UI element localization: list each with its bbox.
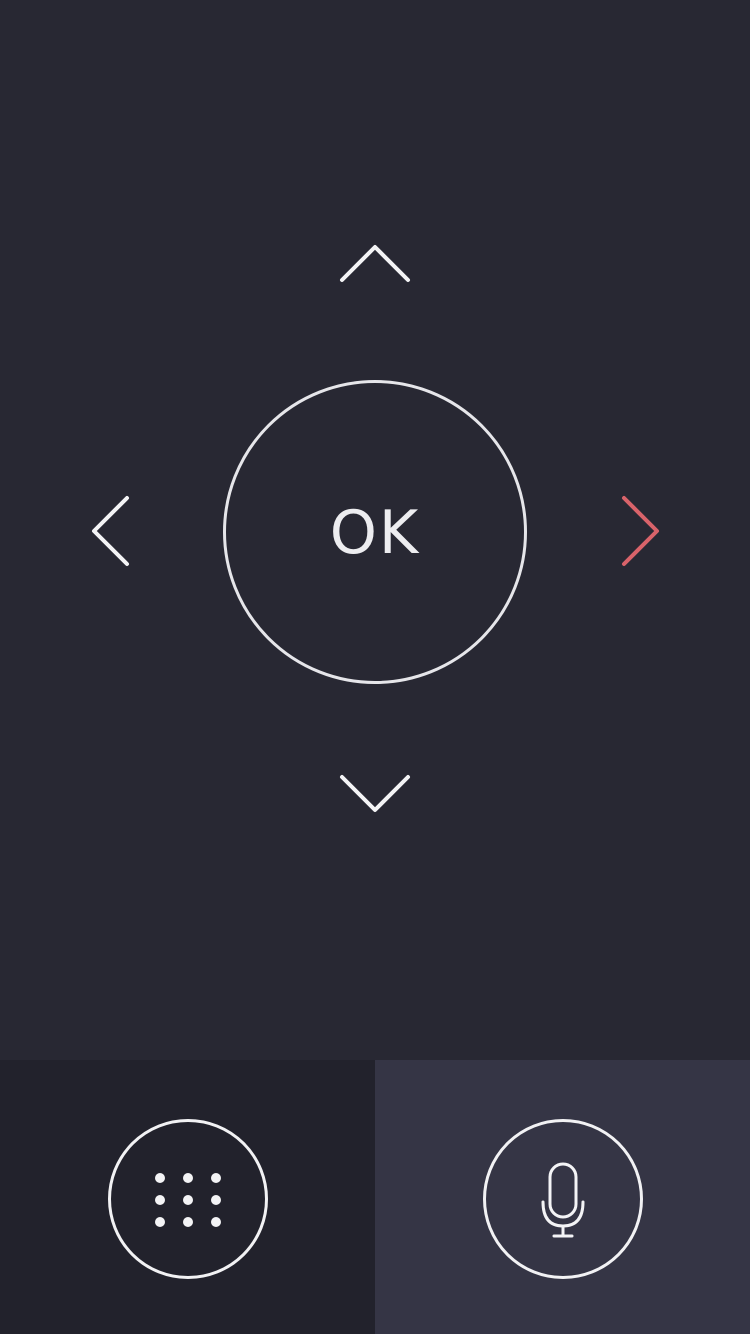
chevron-right-icon [622, 496, 659, 566]
remote-control-screen: OK [0, 0, 750, 1334]
keypad-panel [0, 1060, 375, 1334]
keypad-icon [155, 1173, 221, 1227]
chevron-down-icon [340, 775, 410, 812]
ok-label: OK [329, 498, 421, 568]
voice-search-button[interactable] [483, 1119, 643, 1279]
keypad-button[interactable] [108, 1119, 268, 1279]
chevron-left-icon [92, 496, 129, 566]
ok-button[interactable]: OK [223, 380, 527, 684]
voice-panel [375, 1060, 750, 1334]
up-button[interactable] [335, 240, 415, 290]
chevron-up-icon [340, 245, 410, 282]
directional-pad: OK [0, 0, 750, 1060]
left-button[interactable] [85, 491, 135, 571]
microphone-icon [541, 1162, 585, 1238]
bottom-bar [0, 1060, 750, 1334]
right-button[interactable] [615, 491, 665, 571]
down-button[interactable] [335, 768, 415, 818]
